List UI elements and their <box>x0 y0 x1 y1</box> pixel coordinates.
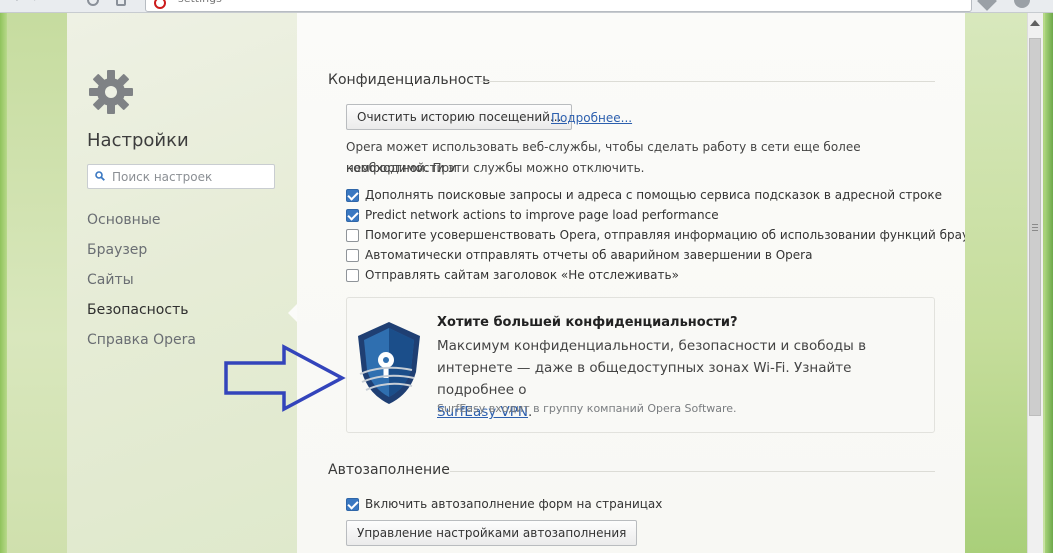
address-text: settings <box>178 0 222 5</box>
sidebar-item-browser[interactable]: Браузер <box>87 242 147 258</box>
sidebar-item-security[interactable]: Безопасность <box>87 302 188 318</box>
sidebar-item-sites[interactable]: Сайты <box>87 272 134 288</box>
manage-autofill-button[interactable]: Управление настройками автозаполнения <box>346 520 638 546</box>
checkbox-checked[interactable] <box>346 498 359 511</box>
opera-logo-icon <box>154 0 166 9</box>
sidebar-item-basic[interactable]: Основные <box>87 212 161 228</box>
privacy-section-title: Конфиденциальность <box>328 72 491 88</box>
checkbox-unchecked[interactable] <box>346 249 359 262</box>
scroll-grip <box>1032 224 1038 225</box>
page-title: Настройки <box>87 130 189 151</box>
checkbox-unchecked[interactable] <box>346 269 359 282</box>
privacy-description-line2: необходимости эти службы можно отключить… <box>346 161 645 175</box>
checkbox-checked[interactable] <box>346 189 359 202</box>
section-divider <box>450 471 935 472</box>
checkbox-checked[interactable] <box>346 209 359 222</box>
window-edge-left <box>0 13 7 553</box>
gear-icon <box>89 70 133 114</box>
vpn-shield-icon <box>358 322 420 404</box>
clear-history-button[interactable]: Очистить историю посещений... <box>346 104 573 130</box>
checkbox-label: Отправлять сайтам заголовок «Не отслежив… <box>365 268 679 282</box>
back-icon[interactable] <box>10 0 22 6</box>
checkbox-label: Автоматически отправлять отчеты об авари… <box>365 248 813 262</box>
scroll-grip <box>1032 230 1038 231</box>
promo-title: Хотите большей конфиденциальности? <box>437 315 738 330</box>
tabs-grid-icon[interactable] <box>116 0 126 6</box>
promo-footnote: SurfEasy входит в группу компаний Opera … <box>437 402 737 415</box>
checkbox-label: Включить автозаполнение форм на страница… <box>365 497 663 511</box>
background-wallpaper <box>7 13 67 553</box>
search-placeholder: Поиск настроек <box>112 170 213 184</box>
window-edge-right <box>1045 13 1053 553</box>
bookmark-icon[interactable] <box>977 0 997 11</box>
checkbox-label: Predict network actions to improve page … <box>365 208 719 222</box>
checkbox-label: Дополнять поисковые запросы и адреса с п… <box>365 188 942 202</box>
reload-icon[interactable] <box>87 0 99 6</box>
privacy-more-link[interactable]: Подробнее... <box>551 111 632 125</box>
section-divider <box>480 81 935 82</box>
checkbox-unchecked[interactable] <box>346 229 359 242</box>
search-input[interactable]: Поиск настроек <box>87 164 275 189</box>
search-icon <box>95 171 105 181</box>
autofill-section-title: Автозаполнение <box>328 462 450 478</box>
scroll-up-icon[interactable] <box>1030 20 1040 26</box>
scroll-grip <box>1032 227 1038 228</box>
account-icon[interactable] <box>1014 0 1030 8</box>
promo-text-line2: интернете — даже в общедоступных зонах W… <box>437 360 852 398</box>
background-wallpaper-right <box>965 13 1027 553</box>
active-section-pointer <box>288 304 297 322</box>
annotation-arrow-icon <box>224 344 346 412</box>
checkbox-label: Помогите усовершенствовать Opera, отправ… <box>365 228 998 242</box>
browser-toolbar: settings <box>0 0 1053 13</box>
address-bar[interactable]: settings <box>145 0 972 12</box>
forward-icon[interactable] <box>30 0 42 6</box>
promo-text-line1: Максимум конфиденциальности, безопасност… <box>437 338 867 354</box>
sidebar-item-help[interactable]: Справка Opera <box>87 332 196 348</box>
